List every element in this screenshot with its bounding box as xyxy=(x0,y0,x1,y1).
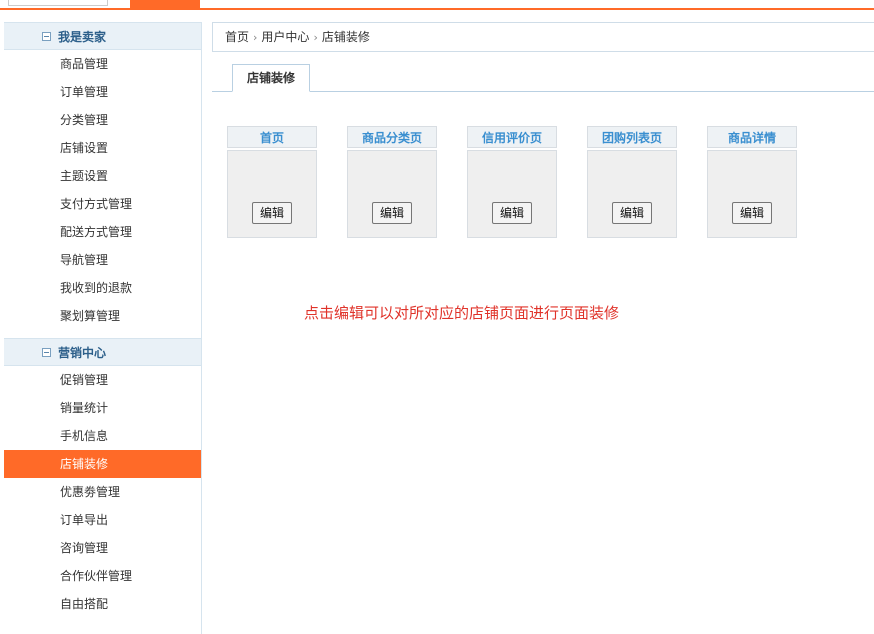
collapse-icon[interactable] xyxy=(42,348,51,357)
sidebar-group-title: 我是卖家 xyxy=(58,30,107,44)
sidebar: 我是卖家 商品管理 订单管理 分类管理 店铺设置 主题设置 支付方式管理 配送方… xyxy=(4,22,202,634)
sidebar-item-coupons[interactable]: 优惠劵管理 xyxy=(4,478,201,506)
sidebar-item-goods[interactable]: 商品管理 xyxy=(4,50,201,78)
page-thumbnail: 编辑 xyxy=(467,150,557,238)
edit-button[interactable]: 编辑 xyxy=(252,202,292,224)
breadcrumb-user-center[interactable]: 用户中心 xyxy=(261,30,309,44)
top-nav-tab-active[interactable] xyxy=(130,0,200,10)
page-thumbnail: 编辑 xyxy=(227,150,317,238)
sidebar-item-categories[interactable]: 分类管理 xyxy=(4,106,201,134)
page-card-title: 团购列表页 xyxy=(587,126,677,148)
sidebar-item-shop-settings[interactable]: 店铺设置 xyxy=(4,134,201,162)
page-card-title: 商品分类页 xyxy=(347,126,437,148)
sidebar-item-inquiries[interactable]: 咨询管理 xyxy=(4,534,201,562)
sidebar-item-theme[interactable]: 主题设置 xyxy=(4,162,201,190)
sidebar-item-free-bundle[interactable]: 自由搭配 xyxy=(4,590,201,618)
sidebar-item-payment[interactable]: 支付方式管理 xyxy=(4,190,201,218)
collapse-icon[interactable] xyxy=(42,32,51,41)
sidebar-item-orders[interactable]: 订单管理 xyxy=(4,78,201,106)
sidebar-item-group-buy[interactable]: 聚划算管理 xyxy=(4,302,201,330)
page-card-product-detail: 商品详情 编辑 xyxy=(707,126,797,238)
tab-bar: 店铺装修 xyxy=(212,64,874,92)
page-thumbnail: 编辑 xyxy=(707,150,797,238)
sidebar-item-refunds[interactable]: 我收到的退款 xyxy=(4,274,201,302)
page-card-title: 首页 xyxy=(227,126,317,148)
tab-shop-decoration[interactable]: 店铺装修 xyxy=(232,64,310,92)
sidebar-group-title: 营销中心 xyxy=(58,346,107,360)
instruction-note: 点击编辑可以对所对应的店铺页面进行页面装修 xyxy=(304,304,620,322)
sidebar-item-sales-stats[interactable]: 销量统计 xyxy=(4,394,201,422)
edit-button[interactable]: 编辑 xyxy=(732,202,772,224)
chevron-right-icon: › xyxy=(253,31,258,44)
page-card-credit-review: 信用评价页 编辑 xyxy=(467,126,557,238)
edit-button[interactable]: 编辑 xyxy=(612,202,652,224)
sidebar-item-shop-decoration[interactable]: 店铺装修 xyxy=(4,450,201,478)
sidebar-menu-seller: 商品管理 订单管理 分类管理 店铺设置 主题设置 支付方式管理 配送方式管理 导… xyxy=(4,50,201,330)
breadcrumb-home[interactable]: 首页 xyxy=(225,30,249,44)
sidebar-item-order-export[interactable]: 订单导出 xyxy=(4,506,201,534)
breadcrumb-current: 店铺装修 xyxy=(321,30,370,44)
sidebar-item-shipping[interactable]: 配送方式管理 xyxy=(4,218,201,246)
sidebar-item-promotions[interactable]: 促销管理 xyxy=(4,366,201,394)
top-nav-bar xyxy=(0,0,874,10)
page-card-category: 商品分类页 编辑 xyxy=(347,126,437,238)
edit-button[interactable]: 编辑 xyxy=(492,202,532,224)
top-nav-tab[interactable] xyxy=(8,0,108,6)
page-card-group-buy-list: 团购列表页 编辑 xyxy=(587,126,677,238)
edit-button[interactable]: 编辑 xyxy=(372,202,412,224)
sidebar-menu-marketing: 促销管理 销量统计 手机信息 店铺装修 优惠劵管理 订单导出 咨询管理 合作伙伴… xyxy=(4,366,201,618)
page-card-title: 商品详情 xyxy=(707,126,797,148)
page-card-title: 信用评价页 xyxy=(467,126,557,148)
sidebar-item-navigation[interactable]: 导航管理 xyxy=(4,246,201,274)
breadcrumb: 首页 › 用户中心 › 店铺装修 xyxy=(212,22,874,52)
chevron-right-icon: › xyxy=(313,31,318,44)
page-thumbnail: 编辑 xyxy=(587,150,677,238)
sidebar-item-mobile-info[interactable]: 手机信息 xyxy=(4,422,201,450)
sidebar-item-partners[interactable]: 合作伙伴管理 xyxy=(4,562,201,590)
sidebar-group-seller[interactable]: 我是卖家 xyxy=(4,22,201,50)
main-content: 首页 › 用户中心 › 店铺装修 店铺装修 首页 编辑 商品分类页 编辑 信用评价页 编… xyxy=(212,22,874,634)
page-card-home: 首页 编辑 xyxy=(227,126,317,238)
page-thumbnail: 编辑 xyxy=(347,150,437,238)
sidebar-group-marketing[interactable]: 营销中心 xyxy=(4,338,201,366)
